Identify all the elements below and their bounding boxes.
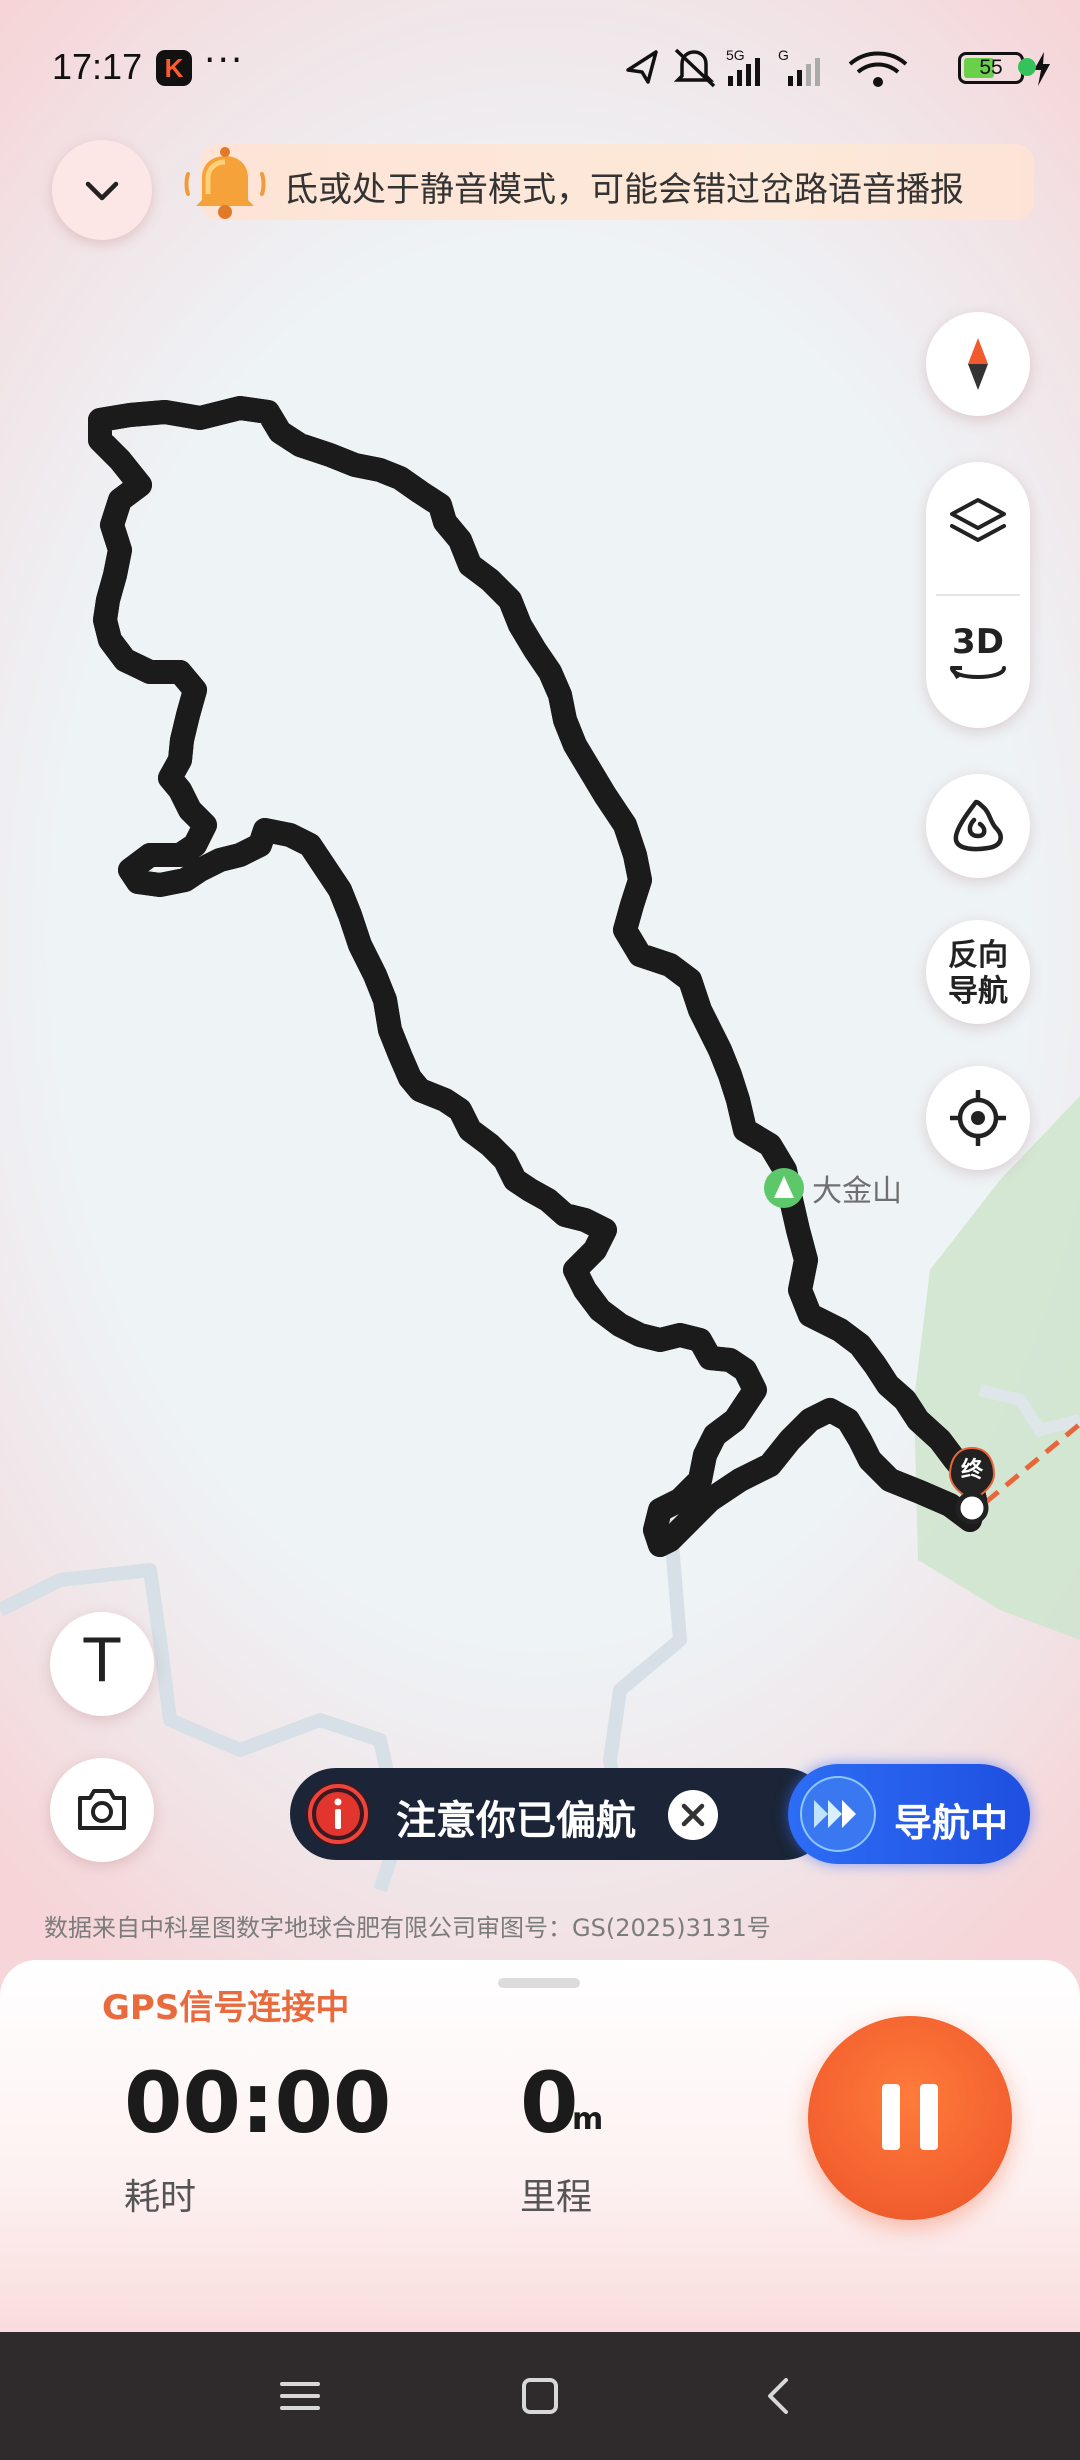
pause-icon-bar-left	[882, 2084, 900, 2150]
end-marker-label: 终	[960, 1458, 983, 1483]
pause-icon-bar-right	[920, 2084, 938, 2150]
distance-label: 里程	[520, 2177, 593, 2218]
3d-toggle-button[interactable]: 3D	[926, 596, 1030, 728]
mountain-poi-icon	[764, 1168, 804, 1208]
bell-icon	[184, 147, 266, 219]
elapsed-time-value: 00:00	[124, 2054, 392, 2152]
chevron-down-icon	[85, 181, 119, 201]
map-attribution: 数据来自中科星图数字地球合肥有限公司审图号：GS(2025)3131号	[44, 1914, 771, 1942]
off-route-banner: 注意你已偏航	[290, 1768, 830, 1860]
svg-text:G: G	[778, 47, 789, 63]
svg-text:5G: 5G	[726, 47, 745, 63]
pause-button[interactable]	[808, 2016, 1012, 2220]
distance-unit: m	[572, 2102, 604, 2137]
layers-button[interactable]	[926, 462, 1030, 594]
status-time: 17:17	[52, 46, 143, 87]
rotate-3d-icon	[950, 666, 1006, 680]
locate-me-button[interactable]	[926, 1066, 1030, 1170]
gps-status: GPS信号连接中	[102, 1988, 350, 2028]
layers-icon	[950, 498, 1006, 542]
notice-text: 氐或处于静音模式，可能会错过岔路语音播报	[284, 170, 964, 210]
app-badge-icon: K	[156, 50, 192, 86]
reverse-navigation-label: 反向 导航	[926, 938, 1030, 1010]
collapse-button[interactable]	[52, 140, 152, 240]
back-icon[interactable]	[756, 2372, 804, 2420]
system-navigation-bar	[0, 2332, 1080, 2460]
menu-icon[interactable]	[276, 2372, 324, 2420]
compass-button[interactable]	[926, 312, 1030, 416]
drag-handle[interactable]	[498, 1978, 580, 1988]
camera-icon	[78, 1789, 126, 1830]
reverse-nav-line2: 导航	[948, 974, 1008, 1009]
navigation-arrows-icon	[800, 1776, 876, 1852]
route-overview-icon	[953, 799, 1003, 852]
home-icon[interactable]	[516, 2372, 564, 2420]
warning-info-icon	[306, 1782, 370, 1846]
green-area	[914, 1096, 1080, 1640]
reverse-navigation-button[interactable]: 反向 导航	[926, 920, 1030, 1024]
close-icon	[681, 1803, 705, 1827]
text-tool-icon: T	[83, 1626, 121, 1696]
reverse-nav-line1: 反向	[948, 938, 1008, 973]
battery-icon: 55	[958, 52, 1024, 84]
status-bar: 17:17 K ··· 5G G 55	[0, 0, 1080, 140]
text-note-button[interactable]: T	[50, 1612, 154, 1716]
distance-value: 0	[520, 2054, 579, 2152]
map-canvas	[0, 396, 1080, 1893]
elapsed-time-label: 耗时	[124, 2177, 197, 2218]
more-notifications-icon: ···	[204, 40, 245, 81]
status-icons: 5G G 55	[618, 44, 1056, 90]
navigating-label: 导航中	[894, 1801, 1009, 1845]
crosshair-icon	[950, 1090, 1006, 1146]
battery-level: 55	[979, 56, 1003, 79]
signal-icons: 5G G	[626, 47, 908, 88]
3d-label: 3D	[952, 622, 1004, 662]
silent-mode-notice[interactable]: 氐或处于静音模式，可能会错过岔路语音播报	[200, 144, 1034, 220]
poi-label-dajinshan[interactable]: 大金山	[812, 1166, 902, 1210]
navigating-status-button[interactable]: 导航中	[788, 1764, 1030, 1864]
route-overview-button[interactable]	[926, 774, 1030, 878]
stats-panel: GPS信号连接中 00:00 耗时 0 m 里程	[0, 1960, 1080, 2332]
compass-icon	[968, 338, 988, 390]
dismiss-off-route-button[interactable]	[668, 1790, 718, 1840]
privacy-indicator-dot	[1018, 58, 1036, 76]
map-view[interactable]: 终 大金山 数据来自中科星图数字地球合肥有限公司审图号：GS(2025)3131…	[0, 0, 1080, 1960]
off-route-text: 注意你已偏航	[396, 1798, 636, 1844]
layer-3d-controls: 3D	[926, 462, 1030, 728]
route-track	[88, 396, 987, 1557]
camera-button[interactable]	[50, 1758, 154, 1862]
